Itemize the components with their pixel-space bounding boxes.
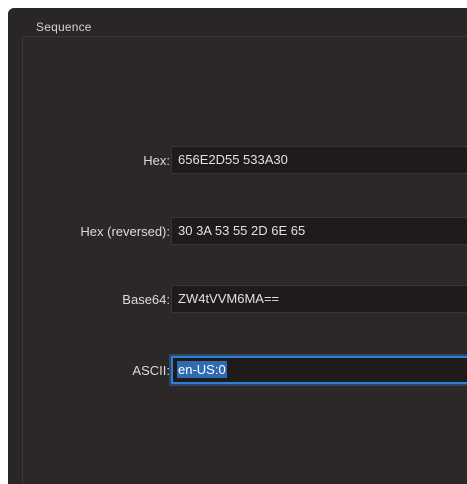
ascii-row: ASCII: en-US:0 [8,356,467,386]
hex-value: 656E2D55 533A30 [178,152,288,167]
base64-field[interactable]: ZW4tVVM6MA== [171,285,467,313]
group-title: Sequence [36,20,92,34]
base64-label: Base64: [122,292,170,307]
base64-row: Base64: ZW4tVVM6MA== [8,285,467,315]
base64-value: ZW4tVVM6MA== [178,291,280,306]
hex-row: Hex: 656E2D55 533A30 [8,146,467,176]
ascii-value: en-US:0 [177,361,227,378]
hex-reversed-value: 30 3A 53 55 2D 6E 65 [178,223,306,238]
ascii-field[interactable]: en-US:0 [171,356,467,384]
window: Sequence Hex: 656E2D55 533A30 Hex (rever… [8,8,467,484]
hex-reversed-label: Hex (reversed): [80,224,170,239]
hex-label: Hex: [143,153,170,168]
sequence-group-box [22,36,467,484]
hex-reversed-field[interactable]: 30 3A 53 55 2D 6E 65 [171,217,467,245]
hex-reversed-row: Hex (reversed): 30 3A 53 55 2D 6E 65 [8,217,467,247]
hex-field[interactable]: 656E2D55 533A30 [171,146,467,174]
ascii-label: ASCII: [132,363,170,378]
